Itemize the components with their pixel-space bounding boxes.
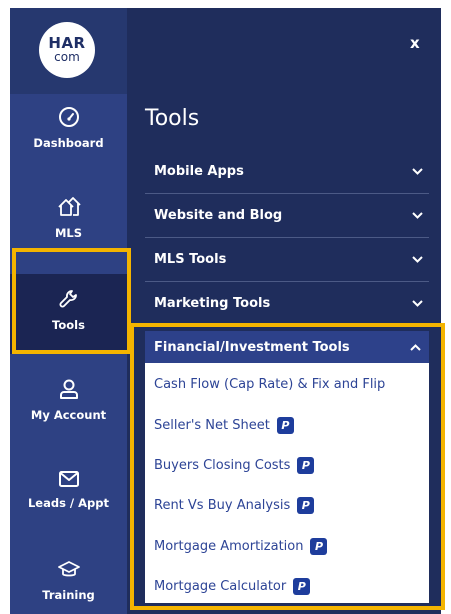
section-label: Marketing Tools <box>154 296 271 311</box>
sidebar-item-dashboard[interactable]: Dashboard <box>10 106 127 176</box>
section-mobile-apps[interactable]: Mobile Apps <box>145 150 429 194</box>
close-button[interactable]: x <box>410 34 420 52</box>
sidebar-item-tools[interactable]: Tools <box>10 274 127 354</box>
list-item-label: Mortgage Amortization <box>154 538 304 554</box>
list-item-label: Seller's Net Sheet <box>154 417 270 433</box>
section-financial-investment-tools[interactable]: Financial/Investment Tools <box>145 331 429 363</box>
sidebar-item-label: Training <box>42 588 95 602</box>
user-icon <box>59 379 78 399</box>
list-item-label: Buyers Closing Costs <box>154 457 291 473</box>
sidebar-item-mls[interactable]: MLS <box>10 196 127 254</box>
list-item-cash-flow[interactable]: Cash Flow (Cap Rate) & Fix and Flip <box>154 372 385 396</box>
premium-badge: P <box>276 416 294 434</box>
logo-text-har: HAR <box>48 34 86 52</box>
section-marketing-tools[interactable]: Marketing Tools <box>145 282 429 326</box>
section-website-and-blog[interactable]: Website and Blog <box>145 194 429 238</box>
section-label: MLS Tools <box>154 252 227 267</box>
sidebar-item-label: MLS <box>54 226 83 240</box>
premium-badge: P <box>293 577 311 595</box>
list-item-label: Mortgage Calculator <box>154 578 287 594</box>
logo-area: HAR com <box>10 8 127 94</box>
premium-badge: P <box>310 537 328 555</box>
sidebar-item-label: Dashboard <box>33 136 104 150</box>
envelope-icon <box>58 471 79 487</box>
list-item-mortgage-calculator[interactable]: Mortgage Calculator P <box>154 574 311 598</box>
sidebar-item-label: My Account <box>30 408 107 422</box>
premium-badge: P <box>297 456 315 474</box>
houses-icon <box>57 197 81 216</box>
sidebar-item-training[interactable]: Training <box>10 560 127 614</box>
section-label: Financial/Investment Tools <box>154 339 350 355</box>
sidebar-item-leads-appt[interactable]: Leads / Appt <box>10 470 127 530</box>
sidebar: HAR com Dashboard MLS Tools My Account L… <box>10 8 127 614</box>
section-mls-tools[interactable]: MLS Tools <box>145 238 429 282</box>
list-item-label: Cash Flow (Cap Rate) & Fix and Flip <box>154 376 386 392</box>
list-item-buyers-closing-costs[interactable]: Buyers Closing Costs P <box>154 453 315 477</box>
list-item-sellers-net-sheet[interactable]: Seller's Net Sheet P <box>154 413 294 437</box>
wrench-icon <box>59 290 77 308</box>
har-logo[interactable]: HAR com <box>39 22 95 78</box>
list-item-rent-vs-buy[interactable]: Rent Vs Buy Analysis P <box>154 493 315 517</box>
chevron-up-icon <box>409 341 421 353</box>
gauge-icon <box>58 107 79 127</box>
section-label: Mobile Apps <box>154 164 244 179</box>
panel-title: Tools <box>145 106 200 131</box>
list-item-mortgage-amortization[interactable]: Mortgage Amortization P <box>154 534 328 558</box>
chevron-down-icon <box>411 254 423 266</box>
premium-badge: P <box>297 496 315 514</box>
list-item-label: Rent Vs Buy Analysis <box>154 497 291 513</box>
chevron-down-icon <box>411 166 423 178</box>
sidebar-item-label: Leads / Appt <box>27 496 110 510</box>
logo-text-com: com <box>54 50 80 64</box>
section-label: Website and Blog <box>154 208 283 223</box>
graduation-cap-icon <box>57 561 80 577</box>
sidebar-item-my-account[interactable]: My Account <box>10 378 127 438</box>
chevron-down-icon <box>411 210 423 222</box>
sidebar-item-label: Tools <box>52 318 85 332</box>
financial-tools-list: Cash Flow (Cap Rate) & Fix and Flip Sell… <box>145 363 429 603</box>
chevron-down-icon <box>411 298 423 310</box>
